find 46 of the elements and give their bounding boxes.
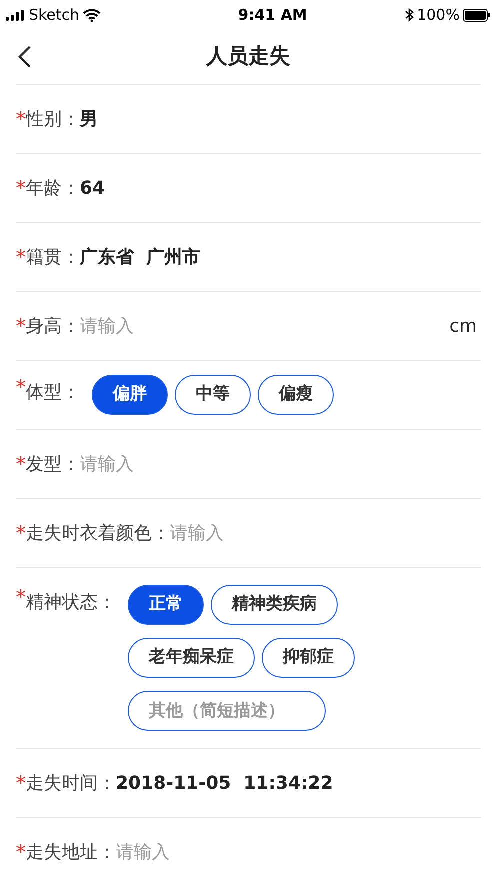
page-title: 人员走失 <box>206 43 290 70</box>
required-mark: * <box>16 587 26 607</box>
wifi-icon <box>82 8 101 22</box>
required-mark: * <box>16 109 26 129</box>
required-mark: * <box>16 523 26 543</box>
field-label: 走失时间： <box>26 772 116 796</box>
unit-label: cm <box>450 314 477 338</box>
signal-icon <box>6 10 26 20</box>
required-mark: * <box>16 773 26 793</box>
required-mark: * <box>16 247 26 267</box>
battery-icon <box>462 8 491 22</box>
field-label: 精神状态： <box>26 591 116 615</box>
field-label: 体型： <box>26 381 80 405</box>
input-field[interactable]: 请输入 <box>80 312 442 340</box>
field-value: 64 <box>80 176 106 200</box>
required-mark: * <box>16 316 26 336</box>
required-mark: * <box>16 454 26 474</box>
option-chip[interactable]: 老年痴呆症 <box>128 638 255 678</box>
option-chip[interactable]: 偏胖 <box>92 375 168 415</box>
option-chip[interactable]: 正常 <box>128 585 204 625</box>
option-chip[interactable]: 偏瘦 <box>258 375 334 415</box>
option-chip[interactable]: 抑郁症 <box>262 638 355 678</box>
field-value: 男 <box>80 108 98 132</box>
carrier-name: Sketch <box>29 4 80 26</box>
input-field[interactable]: 其他（简短描述） <box>128 691 326 731</box>
required-mark: * <box>16 842 26 862</box>
field-value: 广东省 广州市 <box>80 246 201 270</box>
required-mark: * <box>16 377 26 397</box>
required-mark: * <box>16 178 26 198</box>
option-chip[interactable]: 中等 <box>175 375 251 415</box>
battery-percent: 100% <box>417 4 460 26</box>
option-chip[interactable]: 精神类疾病 <box>211 585 338 625</box>
input-field[interactable]: 请输入 <box>170 520 481 546</box>
field-label: 走失时衣着颜色： <box>26 522 170 546</box>
input-field[interactable]: 请输入 <box>116 838 481 866</box>
field-label: 身高： <box>26 314 80 338</box>
field-value: 2018-11-05 11:34:22 <box>116 772 334 796</box>
field-label: 发型： <box>26 452 80 476</box>
clock: 9:41 AM <box>238 4 308 26</box>
field-label: 性别： <box>26 108 80 132</box>
field-label: 年龄： <box>26 176 80 200</box>
bluetooth-icon <box>405 8 414 22</box>
field-label: 籍贯： <box>26 246 80 270</box>
back-icon[interactable] <box>18 45 32 69</box>
input-field[interactable]: 请输入 <box>80 450 481 478</box>
field-label: 走失地址： <box>26 840 116 864</box>
